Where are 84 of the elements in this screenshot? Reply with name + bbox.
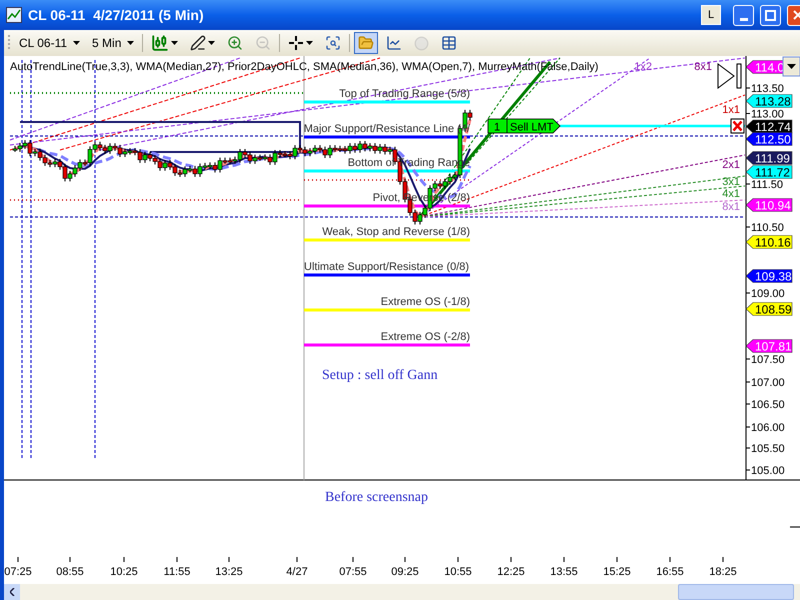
price-tick-label: 107.50: [751, 354, 785, 366]
grip-icon: [8, 34, 11, 52]
zoom-out-icon: [255, 35, 272, 51]
time-axis-label: 07:55: [339, 566, 367, 578]
window-title: CL 06-11 4/27/2011 (5 Min): [28, 6, 204, 25]
fan-label: 3x1: [722, 176, 740, 188]
interval-dropdown[interactable]: 5 Min: [88, 34, 138, 52]
price-tag: 113.28: [746, 94, 792, 108]
price-tick-label: 113.00: [751, 108, 784, 120]
time-axis-label: 18:25: [709, 566, 737, 578]
caret-icon: [306, 41, 314, 45]
price-tick-label: 113.50: [751, 83, 784, 95]
price-tick-label: 109.00: [751, 288, 785, 300]
title-bar-button[interactable]: L: [701, 5, 721, 25]
fan-label: 2x1: [722, 159, 740, 171]
price-tag: 108.59: [746, 302, 792, 316]
crosshair-icon: [288, 35, 304, 51]
time-axis-label: 11:55: [164, 566, 190, 578]
price-tick-label: 111.50: [751, 179, 784, 191]
price-tag: 111.72: [746, 165, 792, 180]
table-icon: [441, 35, 458, 51]
time-axis-label: 16:55: [656, 566, 684, 578]
minimize-button[interactable]: [733, 4, 754, 26]
chart-note: Setup : sell off Gann: [322, 368, 438, 383]
fan-label: 4x1: [722, 188, 740, 200]
level-label: Extreme OS (-2/8): [380, 331, 470, 343]
time-axis-label: 08:55: [56, 566, 84, 578]
caret-icon: [208, 41, 216, 45]
price-tag: 112.50: [746, 132, 792, 146]
level-label: Weak, Stop and Reverse (1/8): [322, 226, 470, 238]
chart-window-icon: [6, 7, 22, 23]
fan-label: 8x1: [694, 61, 712, 73]
price-tick-label: 110.50: [751, 222, 784, 234]
time-axis-label: 13:55: [550, 566, 578, 578]
caret-icon: [73, 41, 80, 45]
horizontal-scrollbar[interactable]: [0, 584, 800, 600]
price-tag: 110.94: [746, 198, 792, 212]
zoom-box-icon: [325, 35, 342, 51]
order-type: Sell LMT: [510, 122, 554, 134]
price-tag: 111.99: [746, 151, 792, 166]
scroll-left-button[interactable]: [4, 584, 20, 600]
panel-note: Before screensnap: [325, 490, 428, 505]
price-tick-label: 105.50: [751, 443, 785, 455]
price-tick-label: 107.00: [751, 377, 785, 389]
price-tag: 109.38: [746, 269, 792, 284]
go-to-end-icon[interactable]: [718, 63, 742, 89]
price-tag: 107.81: [746, 339, 792, 354]
scrollbar-thumb[interactable]: [678, 584, 794, 600]
fan-label: 8x1: [722, 201, 740, 213]
level-label: Extreme OS (-1/8): [380, 296, 470, 308]
close-icon: [792, 10, 800, 20]
caret-icon: [171, 41, 178, 45]
minimize-icon: [740, 18, 748, 20]
level-label: Major Support/Resistance Line (4/: [304, 123, 470, 135]
price-tick-label: 106.00: [751, 422, 785, 434]
time-axis-label: 10:55: [444, 566, 472, 578]
time-axis-label: 12:25: [497, 566, 525, 578]
price-tag: 112.74: [746, 120, 792, 134]
time-axis-label: 15:25: [603, 566, 631, 578]
time-axis-label: 4/27: [286, 566, 308, 578]
time-axis-label: 09:25: [391, 566, 419, 578]
time-axis-label: 10:25: [110, 566, 138, 578]
cancel-order-icon[interactable]: [730, 118, 744, 134]
line-chart-icon: [386, 35, 402, 51]
open-button[interactable]: [354, 32, 378, 54]
maximize-button[interactable]: [760, 4, 781, 26]
dropdown-button[interactable]: [782, 56, 800, 76]
caret-icon: [127, 41, 134, 45]
price-tick-label: 106.50: [751, 399, 785, 411]
candlestick-icon: [151, 34, 170, 52]
zoom-in-icon: [227, 35, 244, 51]
folder-icon: [358, 35, 374, 51]
order-quantity: 1: [494, 122, 500, 134]
price-tick-label: 105.00: [751, 465, 785, 477]
circle-icon: [414, 36, 430, 50]
instrument-dropdown[interactable]: CL 06-11: [15, 34, 84, 52]
level-label: Ultimate Support/Resistance (0/8): [304, 261, 470, 273]
maximize-icon: [765, 10, 776, 20]
fan-label: 1x1: [722, 104, 740, 116]
time-axis-label: 13:25: [215, 566, 243, 578]
time-axis-label: 07:25: [4, 566, 32, 578]
pen-icon: [190, 35, 206, 51]
order-tag[interactable]: 1 Sell LMT: [488, 118, 561, 134]
price-tag: 110.16: [746, 235, 792, 250]
